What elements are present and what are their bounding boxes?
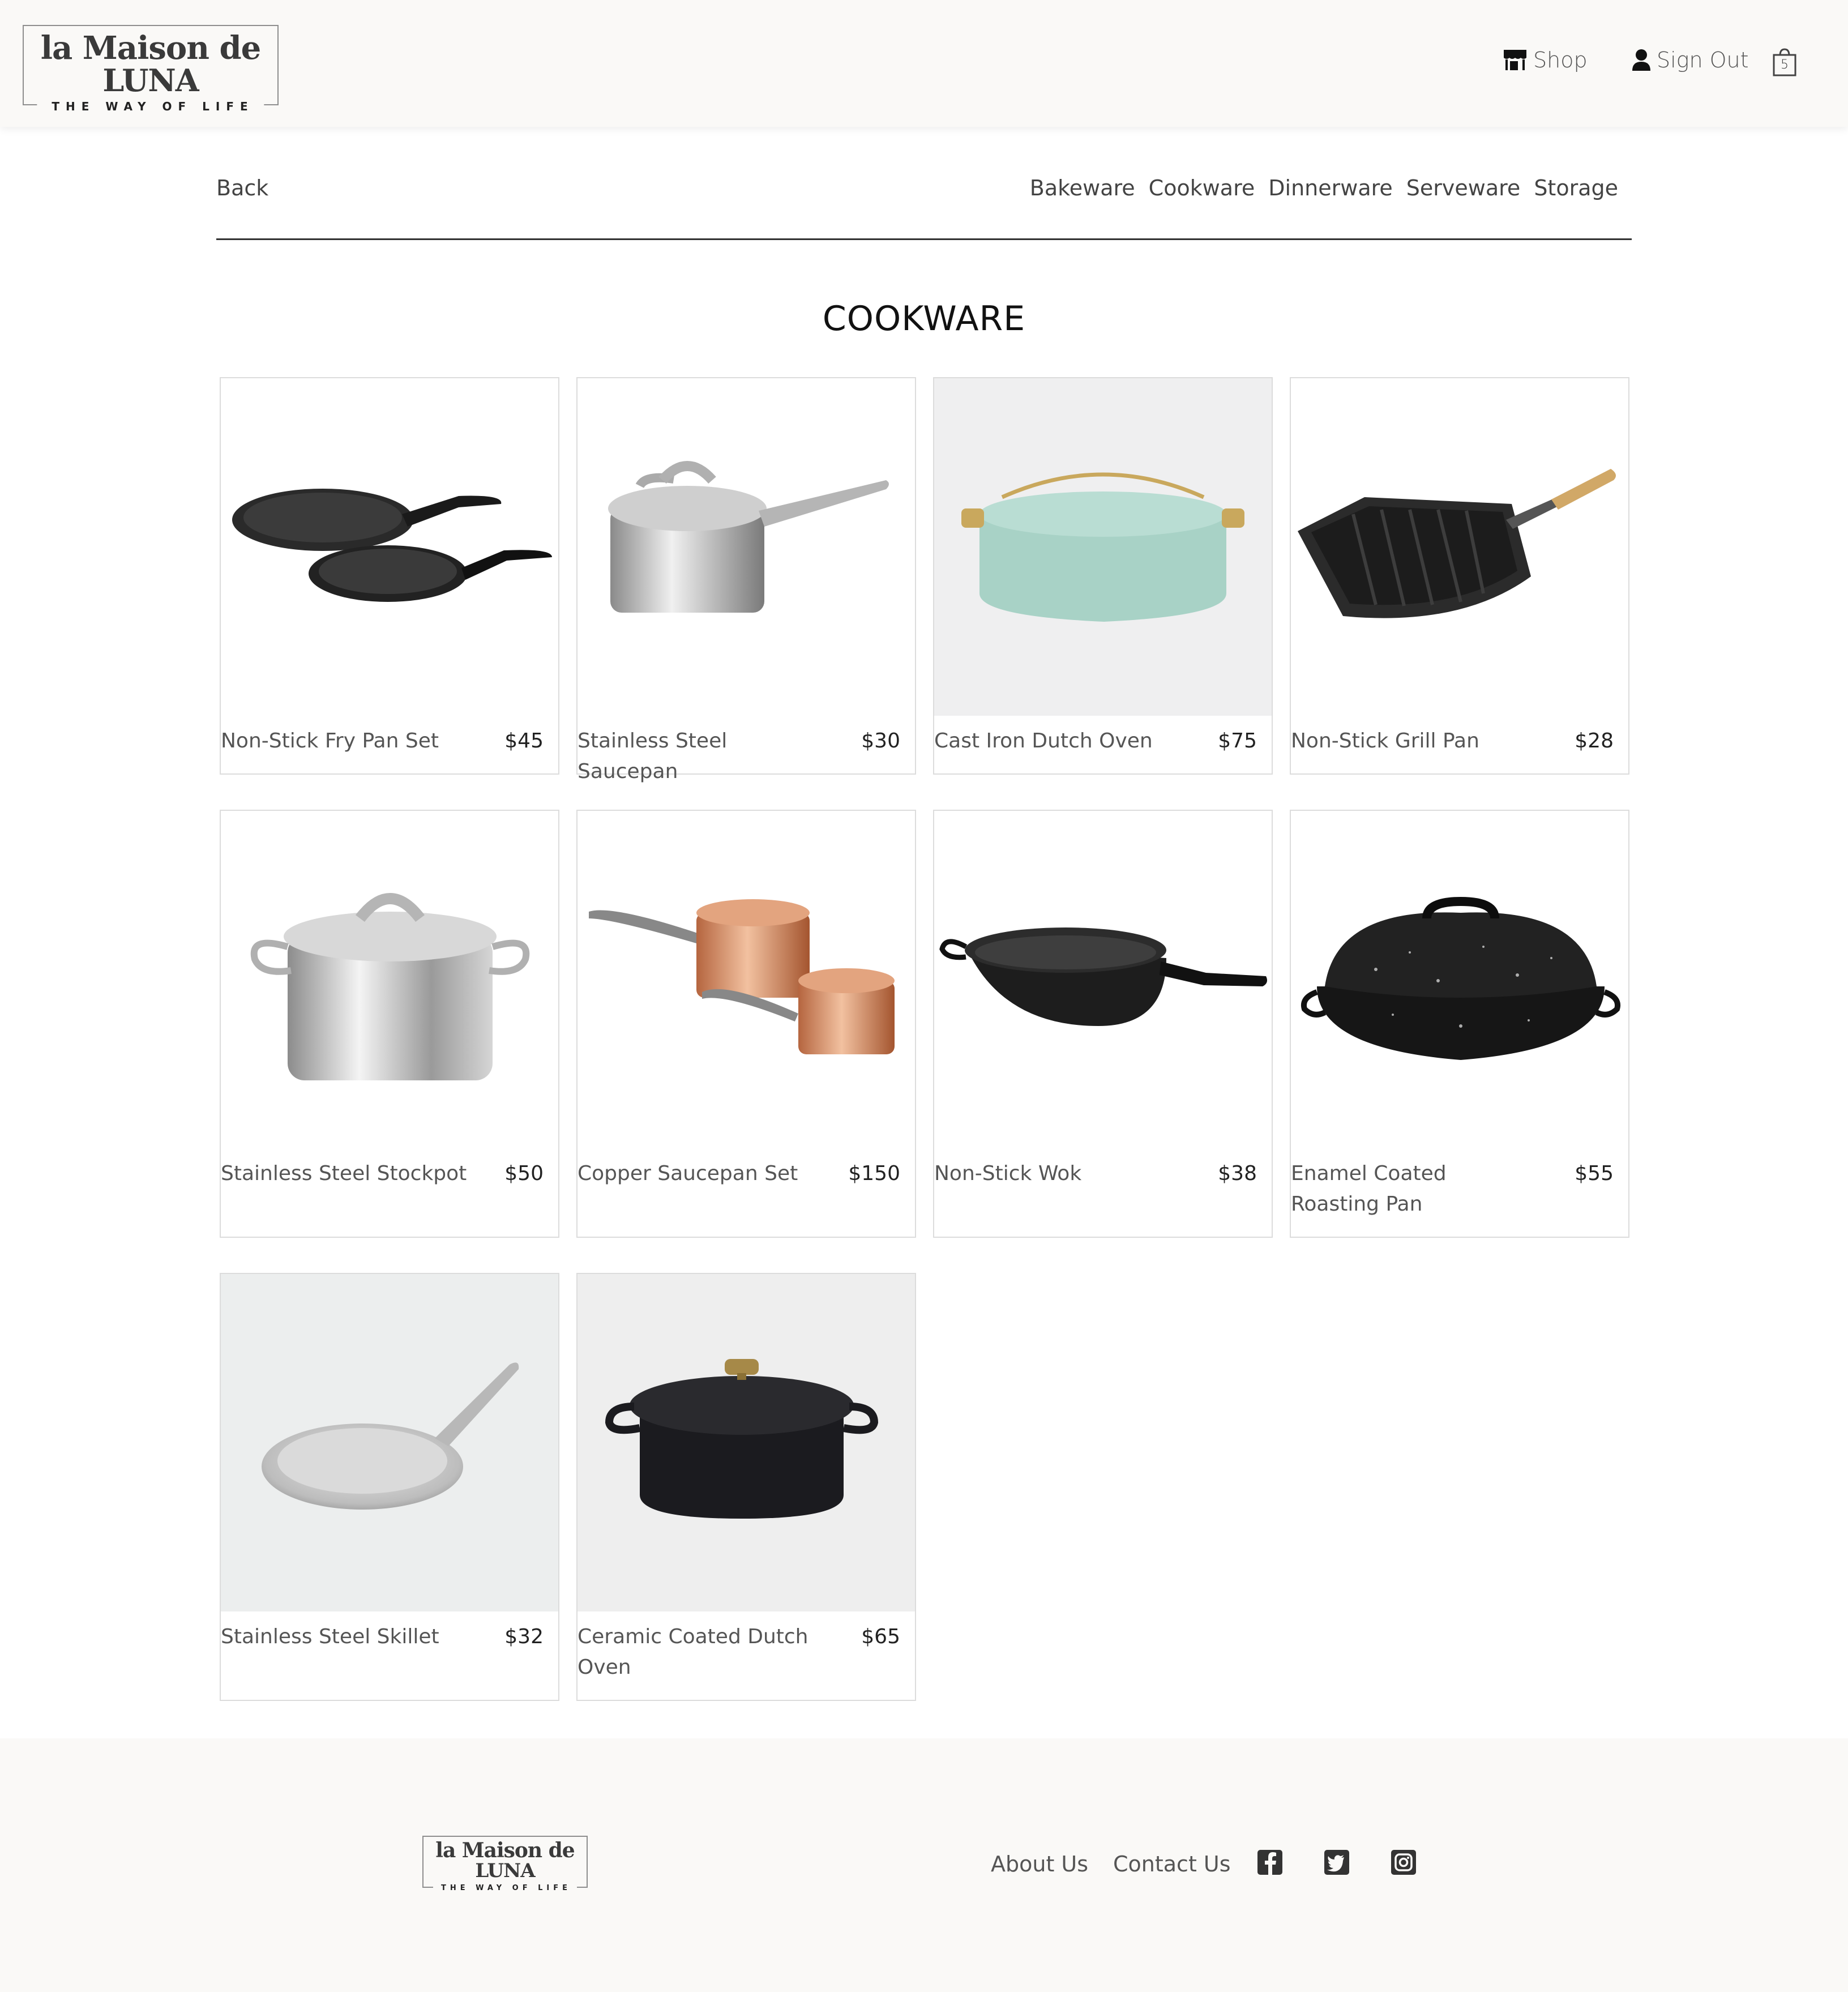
sign-out-link[interactable]: Sign Out [1632, 48, 1749, 72]
product-card[interactable]: Stainless Steel Skillet $32 [220, 1273, 559, 1701]
category-dinnerware[interactable]: Dinnerware [1268, 176, 1393, 200]
product-card[interactable]: Non-Stick Wok $38 [933, 810, 1273, 1238]
fry-pan-set-image [221, 378, 558, 716]
roasting-pan-image [1291, 811, 1628, 1148]
logo-tagline: THE WAY OF LIFE [433, 1884, 578, 1892]
product-price: $75 [1218, 729, 1257, 753]
category-list: Bakeware Cookware Dinnerware Serveware S… [1030, 176, 1618, 200]
product-name: Non-Stick Wok [934, 1162, 1082, 1185]
product-name: Stainless Steel Saucepan [578, 729, 728, 783]
product-name: Non-Stick Fry Pan Set [221, 729, 439, 753]
facebook-icon[interactable] [1257, 1849, 1283, 1875]
product-price: $150 [848, 1162, 900, 1185]
logo-line2: LUNA [475, 1860, 535, 1882]
copper-saucepan-image [578, 811, 915, 1148]
brand-logo[interactable]: la Maison de LUNA THE WAY OF LIFE [23, 25, 279, 113]
sign-out-label: Sign Out [1657, 48, 1749, 72]
stockpot-image [221, 811, 558, 1148]
dutch-oven-image [934, 378, 1272, 716]
product-card[interactable]: Stainless Steel Saucepan $30 [576, 377, 916, 783]
category-storage[interactable]: Storage [1534, 176, 1618, 200]
product-card[interactable]: Enamel Coated Roasting Pan $55 [1290, 810, 1629, 1238]
category-cookware[interactable]: Cookware [1149, 176, 1255, 200]
product-card[interactable]: Ceramic Coated Dutch Oven $65 [576, 1273, 916, 1701]
product-price: $38 [1218, 1162, 1257, 1185]
product-price: $45 [504, 729, 544, 753]
product-name: Stainless Steel Skillet [221, 1625, 439, 1648]
cart-button[interactable]: 5 [1772, 48, 1803, 77]
back-link[interactable]: Back [216, 176, 268, 200]
site-header: la Maison de LUNA THE WAY OF LIFE Shop S… [0, 0, 1848, 127]
product-price: $28 [1575, 729, 1614, 753]
product-card[interactable]: Non-Stick Fry Pan Set $45 [220, 377, 559, 775]
grill-pan-image [1291, 378, 1628, 716]
product-name: Copper Saucepan Set [578, 1162, 798, 1185]
category-bakeware[interactable]: Bakeware [1030, 176, 1135, 200]
product-name: Non-Stick Grill Pan [1291, 729, 1479, 753]
site-footer: la Maison de LUNA THE WAY OF LIFE About … [0, 1738, 1848, 1992]
logo-tagline: THE WAY OF LIFE [37, 100, 264, 113]
instagram-icon[interactable] [1391, 1849, 1417, 1875]
product-card[interactable]: Copper Saucepan Set $150 [576, 810, 916, 1238]
footer-logo[interactable]: la Maison de LUNA THE WAY OF LIFE [422, 1836, 588, 1892]
product-card[interactable]: Cast Iron Dutch Oven $75 [933, 377, 1273, 775]
product-price: $65 [861, 1625, 900, 1648]
category-nav: Back Bakeware Cookware Dinnerware Servew… [216, 170, 1632, 240]
logo-line1: la Maison de [435, 1839, 575, 1862]
ceramic-dutch-oven-image [578, 1274, 915, 1611]
shop-label: Shop [1533, 48, 1588, 72]
wok-image [934, 811, 1272, 1148]
product-price: $55 [1575, 1162, 1614, 1185]
product-name: Enamel Coated Roasting Pan [1291, 1162, 1447, 1216]
user-icon [1632, 49, 1650, 71]
product-price: $32 [504, 1625, 544, 1648]
logo-line1: la Maison de [40, 29, 261, 67]
logo-line2: LUNA [102, 62, 199, 99]
product-card[interactable]: Non-Stick Grill Pan $28 [1290, 377, 1629, 775]
category-serveware[interactable]: Serveware [1406, 176, 1521, 200]
shop-link[interactable]: Shop [1503, 48, 1588, 72]
contact-us-link[interactable]: Contact Us [1113, 1852, 1231, 1876]
product-name: Ceramic Coated Dutch Oven [578, 1625, 808, 1679]
product-name: Cast Iron Dutch Oven [934, 729, 1153, 753]
twitter-icon[interactable] [1324, 1849, 1350, 1875]
about-us-link[interactable]: About Us [991, 1852, 1088, 1876]
product-price: $50 [504, 1162, 544, 1185]
product-card[interactable]: Stainless Steel Stockpot $50 [220, 810, 559, 1238]
saucepan-image [578, 378, 915, 716]
page-title: COOKWARE [822, 299, 1026, 339]
product-price: $30 [861, 729, 900, 753]
store-icon [1504, 50, 1526, 70]
skillet-image [221, 1274, 558, 1611]
product-name: Stainless Steel Stockpot [221, 1162, 467, 1185]
cart-count: 5 [1781, 58, 1789, 72]
